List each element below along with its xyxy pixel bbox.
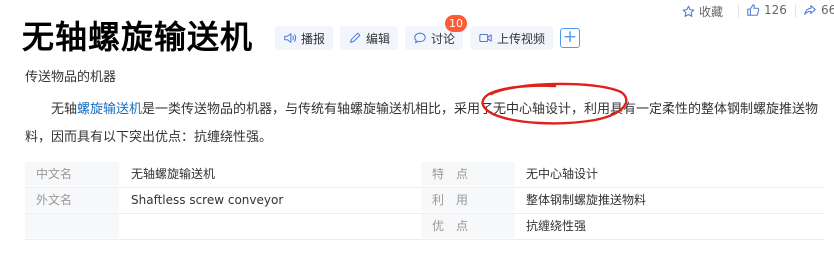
favorite-button[interactable]: 收藏 [682,3,723,20]
page-title: 无轴螺旋输送机 [22,18,254,56]
info-key: 优 点 [432,219,469,233]
favorite-label: 收藏 [699,5,724,19]
divider [795,4,796,18]
like-count: 126 [764,3,787,17]
table-row: 优 点 抗缠绕性强 [25,214,825,238]
annotation-circle [481,82,628,125]
upload-video-label: 上传视频 [497,31,546,46]
share-count: 66 [821,3,834,17]
add-button[interactable]: + [560,28,580,48]
summary-paragraph: 无轴螺旋输送机是一类传送物品的机器，与传统有轴螺旋输送机相比，采用了无中心轴设计… [25,96,825,152]
chat-bubble-icon [414,32,426,44]
info-key: 利 用 [432,193,469,207]
info-key: 特 点 [432,167,469,181]
table-row: 中文名 无轴螺旋输送机 特 点 无中心轴设计 [25,162,825,186]
info-value: 无中心轴设计 [526,167,599,181]
broadcast-label: 播报 [301,31,326,46]
broadcast-button[interactable]: 播报 [275,26,334,50]
screw-conveyor-link[interactable]: 螺旋输送机 [77,102,142,117]
divider [738,4,739,18]
info-key: 中文名 [36,167,73,181]
key-cell-background [25,214,119,238]
like-button[interactable]: 126 [746,3,787,17]
summary-lead: 无轴 [51,102,78,117]
video-camera-icon [479,33,492,43]
star-icon [682,5,695,17]
info-value: 无轴螺旋输送机 [131,167,216,181]
edit-button[interactable]: 编辑 [340,26,399,50]
share-button[interactable]: 66 [803,3,834,17]
share-icon [804,5,816,15]
edit-label: 编辑 [366,31,391,46]
thumbs-up-icon [747,4,760,16]
info-value: Shaftless screw conveyor [131,193,284,207]
speaker-icon [284,33,297,43]
table-row: 外文名 Shaftless screw conveyor 利 用 整体钢制螺旋推… [25,188,825,212]
info-value: 整体钢制螺旋推送物料 [526,193,647,207]
discuss-label: 讨论 [431,31,456,46]
info-key: 外文名 [36,193,73,207]
summary-text: 是一类传送物品的机器，与传统有轴螺旋输送机相比，采用了无中心轴设计，利用具有一定… [25,102,819,145]
lemma-description: 传送物品的机器 [25,70,117,85]
pencil-icon [350,32,361,43]
upload-video-button[interactable]: 上传视频 [470,26,554,50]
row-divider [25,239,825,240]
info-value: 抗缠绕性强 [526,219,587,233]
discussion-count-badge: 10 [445,15,467,32]
